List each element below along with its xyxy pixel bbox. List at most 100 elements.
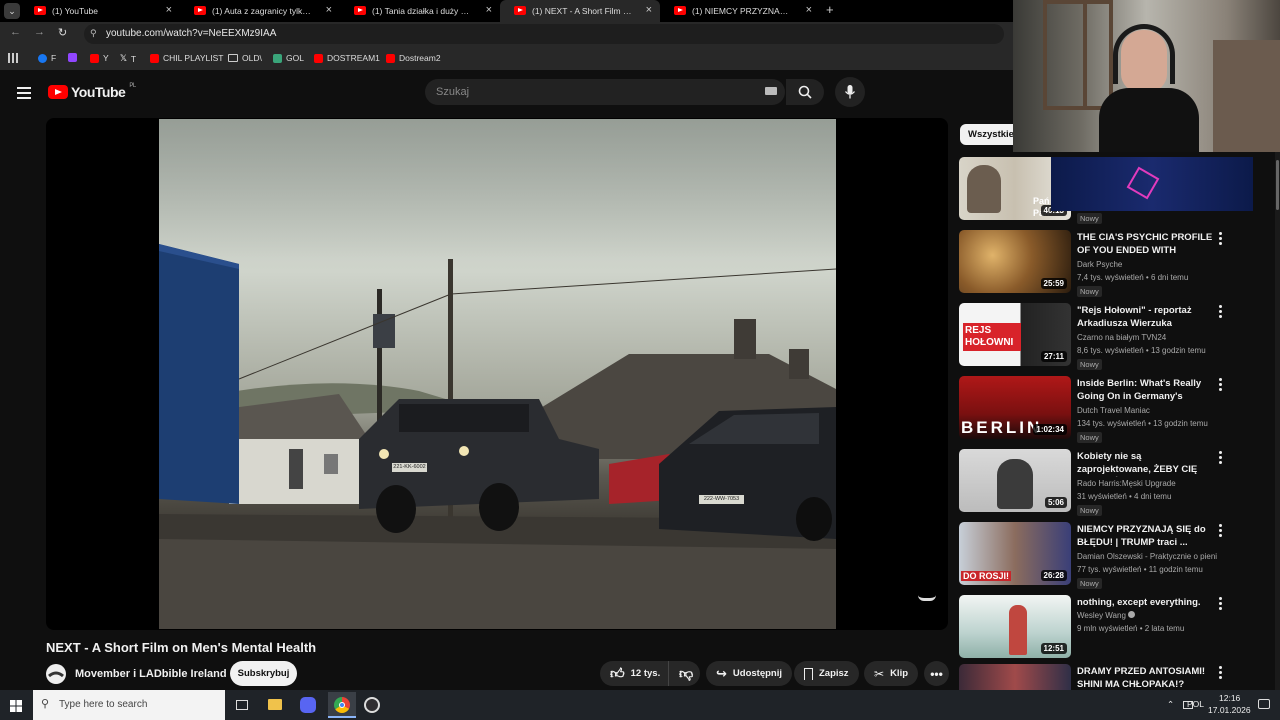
reload-icon[interactable]: ↻ (58, 26, 67, 39)
video-thumbnail[interactable]: DO ROSJI! 26:28 (959, 522, 1071, 585)
close-tab-icon[interactable]: × (486, 4, 492, 16)
duration-badge: 25:59 (1040, 278, 1067, 289)
sidebar-scrollbar[interactable] (1275, 152, 1280, 690)
recommendation-title[interactable]: DRAMY PRZED ANTOSIAMI! SHINI MA CHŁOPAKA… (1077, 665, 1217, 690)
recommendation-item[interactable]: BERLIN 1:02:34 Inside Berlin: What's Rea… (959, 376, 1229, 443)
subscribe-button[interactable]: Subskrybuj (230, 661, 297, 686)
forward-icon[interactable]: → (34, 26, 45, 38)
recommendation-title[interactable]: THE CIA'S PSYCHIC PROFILE OF YOU ENDED W… (1077, 231, 1217, 258)
recommendation-title[interactable]: NIEMCY PRZYZNAJĄ SIĘ do BŁĘDU! | TRUMP t… (1077, 523, 1217, 549)
recommendation-item[interactable]: REJS HOŁOWNI 27:11 "Rejs Hołowni" - repo… (959, 303, 1229, 370)
browser-tab[interactable]: (1) YouTube × (20, 0, 180, 22)
recommendation-item[interactable]: 25:59 THE CIA'S PSYCHIC PROFILE OF YOU E… (959, 230, 1229, 297)
close-tab-icon[interactable]: × (326, 4, 332, 16)
discord-icon[interactable] (300, 697, 316, 713)
more-actions-button[interactable]: ••• (924, 661, 949, 686)
bookmark-t[interactable]: 𝕏T (120, 53, 136, 64)
recommendation-item[interactable]: Pań Pań 40:13 Nowy (959, 157, 1253, 224)
more-vertical-icon[interactable] (1219, 305, 1223, 320)
scrollbar-thumb[interactable] (1276, 160, 1279, 210)
back-icon[interactable]: ← (10, 26, 21, 38)
notifications-icon[interactable] (1258, 699, 1270, 709)
tab-search-button[interactable]: ⌄ (4, 3, 20, 19)
clock-date[interactable]: 17.01.2026 (1208, 705, 1251, 715)
close-tab-icon[interactable]: × (646, 4, 652, 16)
recommendation-channel[interactable]: Dutch Travel Maniac (1077, 406, 1217, 415)
more-vertical-icon[interactable] (1219, 232, 1223, 247)
recommendation-channel[interactable]: Wesley Wang (1077, 611, 1217, 620)
video-thumbnail[interactable]: 25:59 (959, 230, 1071, 293)
recommendation-item[interactable]: DRAMY PRZED ANTOSIAMI! SHINI MA CHŁOPAKA… (959, 664, 1229, 690)
start-button[interactable] (10, 699, 22, 712)
chrome-icon[interactable] (328, 692, 356, 718)
browser-tab[interactable]: (1) Tania działka i duży dom pa× (340, 0, 500, 22)
channel-avatar[interactable] (46, 664, 66, 684)
youtube-logo[interactable]: YouTube PL (48, 83, 136, 100)
video-thumbnail[interactable] (959, 664, 1071, 690)
apps-grid-icon[interactable] (8, 53, 18, 63)
video-thumbnail[interactable]: REJS HOŁOWNI 27:11 (959, 303, 1071, 366)
voice-search-button[interactable] (835, 77, 865, 107)
recommendation-channel[interactable]: Rado Harris:Męski Upgrade (1077, 479, 1217, 488)
more-vertical-icon[interactable] (1219, 451, 1223, 466)
duration-badge: 12:51 (1040, 643, 1067, 654)
close-tab-icon[interactable]: × (166, 4, 172, 16)
recommendation-channel[interactable]: Damian Olszewski - Praktycznie o pienią.… (1077, 552, 1217, 561)
bookmark-y[interactable]: Y (90, 53, 109, 63)
bookmark-gol[interactable]: GOL (273, 53, 304, 63)
bookmark-twitch[interactable] (68, 53, 77, 62)
youtube-favicon-icon (34, 6, 46, 15)
file-explorer-icon[interactable] (268, 699, 282, 710)
url-field[interactable]: ⚲ youtube.com/watch?v=NeEEXMz9IAA (84, 24, 1004, 44)
browser-tab-active[interactable]: (1) NEXT - A Short Film on Men× (500, 0, 660, 22)
video-player[interactable]: 221-KK-6002 222-WW-7053 (46, 118, 948, 630)
menu-icon[interactable] (17, 87, 31, 102)
recommendation-item[interactable]: 5:06 Kobiety nie są zaprojektowane, ŻEBY… (959, 449, 1229, 516)
bookmark-f[interactable]: F (38, 53, 56, 63)
search-input[interactable]: Szukaj (425, 79, 785, 105)
recommendation-channel[interactable]: Dark Psyche (1077, 260, 1217, 269)
search-button[interactable] (786, 79, 824, 105)
more-vertical-icon[interactable] (1219, 378, 1223, 393)
address-bar-row: ← → ↻ ⚲ youtube.com/watch?v=NeEEXMz9IAA (0, 22, 1014, 46)
recommendation-item[interactable]: DO ROSJI! 26:28 NIEMCY PRZYZNAJĄ SIĘ do … (959, 522, 1229, 589)
close-tab-icon[interactable]: × (806, 4, 812, 16)
share-button[interactable]: ↪ Udostępnij (706, 661, 792, 686)
video-thumbnail[interactable]: 5:06 (959, 449, 1071, 512)
recommendation-title[interactable]: Inside Berlin: What's Really Going On in… (1077, 377, 1217, 404)
like-button[interactable]: 👍︎ 12 tys. (600, 661, 668, 686)
new-badge: Nowy (1077, 359, 1102, 370)
bookmark-chil-playlist[interactable]: CHIL PLAYLIST (150, 53, 223, 63)
browser-tab[interactable]: (1) Auta z zagranicy tylko na pa× (180, 0, 340, 22)
recommendation-title[interactable]: Kobiety nie są zaprojektowane, ŻEBY CIĘ … (1077, 450, 1217, 477)
task-view-icon[interactable] (236, 700, 248, 710)
bookmark-dostream2[interactable]: Dostream2 (386, 53, 441, 63)
taskbar-search-input[interactable]: ⚲ Type here to search (33, 690, 225, 720)
new-tab-button[interactable]: + (826, 2, 834, 17)
browser-tab[interactable]: (1) NIEMCY PRZYZNAJĄ SIĘ do× (660, 0, 820, 22)
video-thumbnail[interactable]: BERLIN 1:02:34 (959, 376, 1071, 439)
recommendation-title[interactable]: "Rejs Hołowni" - reportaż Arkadiusza Wie… (1077, 304, 1217, 330)
obs-icon[interactable] (364, 697, 380, 713)
channel-name[interactable]: Movember i LADbible Ireland (75, 668, 227, 680)
save-button[interactable]: Zapisz (794, 661, 859, 686)
search-icon (798, 85, 812, 99)
recommendation-title[interactable]: nothing, except everything. (1077, 596, 1217, 609)
dislike-button[interactable]: 👎︎ (668, 661, 700, 686)
bookmark-old[interactable]: OLD\ (228, 53, 262, 63)
more-vertical-icon[interactable] (1219, 666, 1223, 681)
keyboard-icon[interactable] (765, 87, 777, 95)
clock-time[interactable]: 12:16 (1219, 693, 1240, 703)
recommendation-item[interactable]: 12:51 nothing, except everything. Wesley… (959, 595, 1229, 661)
more-vertical-icon[interactable] (1219, 597, 1223, 612)
video-thumbnail[interactable]: 12:51 (959, 595, 1071, 658)
x-icon: 𝕏 (120, 53, 127, 63)
clip-button[interactable]: ✂ Klip (864, 661, 919, 686)
language-indicator[interactable]: POL (1187, 699, 1204, 709)
tray-chevron-icon[interactable]: ⌃ (1167, 699, 1174, 710)
site-info-icon[interactable]: ⚲ (90, 28, 97, 39)
bookmark-dostream1[interactable]: DOSTREAM1 (314, 53, 380, 63)
video-frame[interactable]: 221-KK-6002 222-WW-7053 (159, 119, 836, 629)
recommendation-channel[interactable]: Czarno na białym TVN24 (1077, 333, 1217, 342)
more-vertical-icon[interactable] (1219, 524, 1223, 539)
